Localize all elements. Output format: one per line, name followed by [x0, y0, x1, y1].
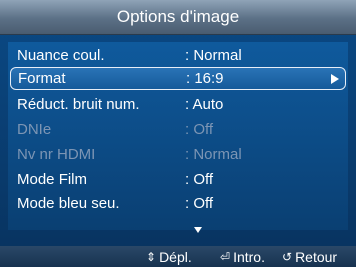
menu-item-reduct-bruit[interactable]: Réduct. bruit num. : Auto: [8, 93, 348, 116]
scroll-down-icon[interactable]: [194, 227, 202, 233]
title-bar: Options d'image: [0, 0, 356, 35]
menu-item-label: Format: [18, 70, 66, 87]
return-label: Retour: [295, 249, 338, 265]
menu-item-format[interactable]: Format : 16:9: [10, 67, 346, 90]
menu-item-value: : Normal: [185, 47, 242, 64]
menu-item-value: : Auto: [185, 96, 224, 113]
footer-move: ⇕ Dépl.: [146, 249, 192, 265]
menu-item-value: : Off: [185, 195, 214, 212]
menu-item-label: Réduct. bruit num.: [17, 96, 140, 113]
options-menu: Nuance coul. : Normal Format : 16:9 Rédu…: [8, 42, 348, 230]
menu-item-nuance-coul[interactable]: Nuance coul. : Normal: [8, 44, 348, 67]
footer-enter: ⏎ Intro.: [220, 249, 265, 265]
submenu-arrow-icon: [331, 74, 339, 84]
menu-item-dnie: DNIe : Off: [8, 118, 348, 141]
menu-item-value: : Normal: [185, 146, 242, 163]
move-icon: ⇕: [146, 250, 157, 264]
move-label: Dépl.: [159, 249, 192, 265]
footer-help-bar: ⇕ Dépl. ⏎ Intro. ↺ Retour: [0, 246, 356, 267]
menu-item-nv-nr-hdmi: Nv nr HDMI : Normal: [8, 143, 348, 166]
menu-item-value: : Off: [185, 121, 214, 138]
menu-item-label: DNIe: [17, 121, 52, 138]
enter-icon: ⏎: [220, 250, 231, 264]
enter-label: Intro.: [233, 249, 265, 265]
return-icon: ↺: [282, 250, 293, 264]
menu-item-label: Nuance coul.: [17, 47, 105, 64]
menu-item-label: Nv nr HDMI: [17, 146, 96, 163]
menu-item-value: : 16:9: [186, 70, 224, 87]
menu-item-mode-bleu-seu[interactable]: Mode bleu seu. : Off: [8, 192, 348, 215]
menu-item-value: : Off: [185, 171, 214, 188]
menu-item-label: Mode Film: [17, 171, 88, 188]
menu-item-label: Mode bleu seu.: [17, 195, 120, 212]
osd-window: Options d'image Nuance coul. : Normal Fo…: [0, 0, 356, 267]
menu-title: Options d'image: [116, 7, 240, 26]
menu-item-mode-film[interactable]: Mode Film : Off: [8, 168, 348, 191]
footer-return: ↺ Retour: [282, 249, 337, 265]
